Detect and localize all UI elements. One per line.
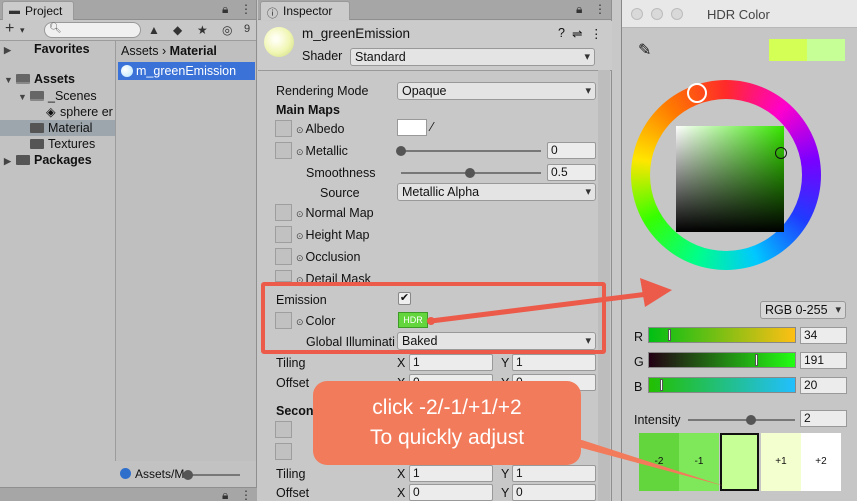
annotation-arrow-head <box>640 278 672 307</box>
callout-line-1: click -2/-1/+1/+2 <box>372 396 522 419</box>
annotation-callout: click -2/-1/+1/+2 To quickly adjust <box>313 381 581 465</box>
annotation-arrow-line <box>430 291 649 324</box>
annotation-arrow-tail <box>427 317 435 325</box>
callout-line-2: To quickly adjust <box>369 426 525 449</box>
